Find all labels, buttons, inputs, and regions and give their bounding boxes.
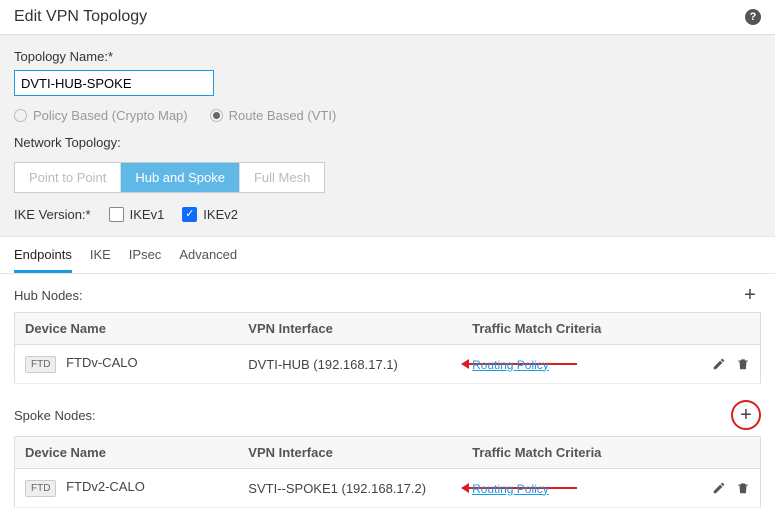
col-traffic-match: Traffic Match Criteria bbox=[462, 313, 686, 345]
col-vpn-interface: VPN Interface bbox=[238, 437, 462, 469]
network-topology-label: Network Topology: bbox=[14, 135, 761, 150]
ftd-badge: FTD bbox=[25, 356, 56, 373]
col-device-name: Device Name bbox=[15, 437, 239, 469]
topology-name-input[interactable] bbox=[14, 70, 214, 96]
col-vpn-interface: VPN Interface bbox=[238, 313, 462, 345]
policy-based-label: Policy Based (Crypto Map) bbox=[33, 108, 188, 123]
help-icon[interactable]: ? bbox=[745, 9, 761, 25]
hub-nodes-section: Hub Nodes: + Device Name VPN Interface T… bbox=[0, 274, 775, 390]
edit-icon[interactable] bbox=[712, 481, 726, 495]
add-hub-node-button[interactable]: + bbox=[739, 284, 761, 306]
col-traffic-match: Traffic Match Criteria bbox=[462, 437, 686, 469]
spoke-section-header: Spoke Nodes: + bbox=[14, 400, 761, 430]
spoke-nodes-title: Spoke Nodes: bbox=[14, 408, 96, 423]
route-based-radio[interactable]: Route Based (VTI) bbox=[210, 108, 337, 123]
network-topology-group: Point to Point Hub and Spoke Full Mesh bbox=[14, 162, 325, 193]
col-actions bbox=[686, 313, 761, 345]
cell-vpn-interface: DVTI-HUB (192.168.17.1) bbox=[238, 345, 462, 384]
checkbox-icon bbox=[109, 207, 124, 222]
policy-based-radio[interactable]: Policy Based (Crypto Map) bbox=[14, 108, 188, 123]
tab-bar: Endpoints IKE IPsec Advanced bbox=[0, 237, 775, 274]
radio-icon bbox=[210, 109, 223, 122]
ikev1-label: IKEv1 bbox=[130, 207, 165, 222]
col-device-name: Device Name bbox=[15, 313, 239, 345]
cell-traffic-match: Routing Policy bbox=[462, 345, 686, 384]
dialog-title: Edit VPN Topology bbox=[14, 8, 147, 26]
table-header-row: Device Name VPN Interface Traffic Match … bbox=[15, 437, 761, 469]
topo-hub-button[interactable]: Hub and Spoke bbox=[121, 163, 240, 192]
ikev1-checkbox[interactable]: IKEv1 bbox=[109, 207, 165, 222]
radio-icon bbox=[14, 109, 27, 122]
delete-icon[interactable] bbox=[736, 357, 750, 371]
ike-version-row: IKE Version:* IKEv1 IKEv2 bbox=[14, 207, 761, 222]
routing-policy-link[interactable]: Routing Policy bbox=[472, 482, 549, 496]
tab-ike[interactable]: IKE bbox=[90, 237, 111, 273]
device-name-text: FTDv2-CALO bbox=[66, 479, 145, 494]
col-actions bbox=[686, 437, 761, 469]
cell-vpn-interface: SVTI--SPOKE1 (192.168.17.2) bbox=[238, 469, 462, 508]
ike-version-label: IKE Version:* bbox=[14, 207, 91, 222]
cell-device-name: FTD FTDv-CALO bbox=[15, 345, 239, 384]
tab-endpoints[interactable]: Endpoints bbox=[14, 237, 72, 273]
device-name-text: FTDv-CALO bbox=[66, 355, 138, 370]
hub-nodes-title: Hub Nodes: bbox=[14, 288, 83, 303]
vpn-type-radio-group: Policy Based (Crypto Map) Route Based (V… bbox=[14, 108, 761, 123]
spoke-nodes-table: Device Name VPN Interface Traffic Match … bbox=[14, 436, 761, 508]
cell-actions bbox=[686, 469, 761, 508]
cell-device-name: FTD FTDv2-CALO bbox=[15, 469, 239, 508]
checkbox-icon bbox=[182, 207, 197, 222]
hub-nodes-table: Device Name VPN Interface Traffic Match … bbox=[14, 312, 761, 384]
routing-policy-link[interactable]: Routing Policy bbox=[472, 358, 549, 372]
ftd-badge: FTD bbox=[25, 480, 56, 497]
tab-ipsec[interactable]: IPsec bbox=[129, 237, 162, 273]
cell-traffic-match: Routing Policy bbox=[462, 469, 686, 508]
delete-icon[interactable] bbox=[736, 481, 750, 495]
spoke-nodes-section: Spoke Nodes: + Device Name VPN Interface… bbox=[0, 390, 775, 514]
ikev2-checkbox[interactable]: IKEv2 bbox=[182, 207, 238, 222]
table-row: FTD FTDv2-CALO SVTI--SPOKE1 (192.168.17.… bbox=[15, 469, 761, 508]
ikev2-label: IKEv2 bbox=[203, 207, 238, 222]
form-area: Topology Name:* Policy Based (Crypto Map… bbox=[0, 35, 775, 237]
edit-icon[interactable] bbox=[712, 357, 726, 371]
table-header-row: Device Name VPN Interface Traffic Match … bbox=[15, 313, 761, 345]
topo-mesh-button[interactable]: Full Mesh bbox=[240, 163, 324, 192]
topology-name-label: Topology Name:* bbox=[14, 49, 761, 64]
add-spoke-node-button[interactable]: + bbox=[735, 404, 757, 426]
table-row: FTD FTDv-CALO DVTI-HUB (192.168.17.1) Ro… bbox=[15, 345, 761, 384]
edit-vpn-topology-dialog: Edit VPN Topology ? Topology Name:* Poli… bbox=[0, 0, 775, 514]
hub-section-header: Hub Nodes: + bbox=[14, 284, 761, 306]
route-based-label: Route Based (VTI) bbox=[229, 108, 337, 123]
annotation-circle: + bbox=[731, 400, 761, 430]
dialog-header: Edit VPN Topology ? bbox=[0, 0, 775, 35]
cell-actions bbox=[686, 345, 761, 384]
topo-p2p-button[interactable]: Point to Point bbox=[15, 163, 121, 192]
tab-advanced[interactable]: Advanced bbox=[179, 237, 237, 273]
